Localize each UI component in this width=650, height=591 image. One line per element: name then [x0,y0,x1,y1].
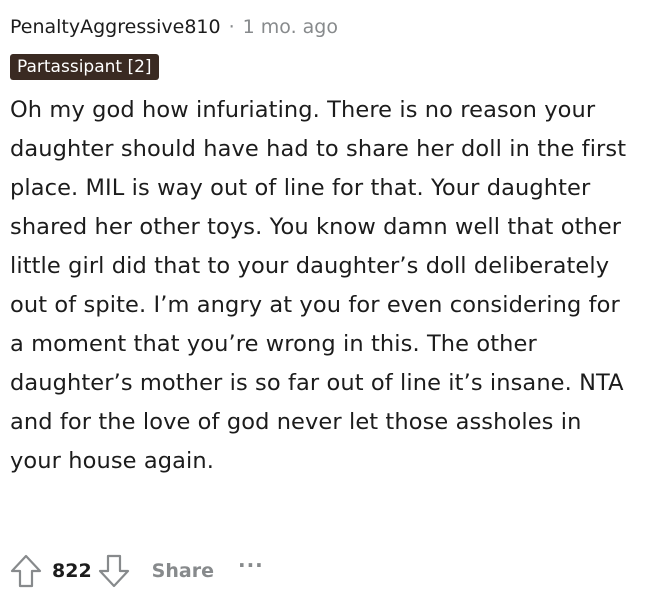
comment-age[interactable]: 1 mo. ago [243,16,338,38]
upvote-arrow-icon [10,554,42,588]
comment-actions: 822 Share ··· [8,551,264,591]
meta-separator: · [228,16,235,38]
comment: PenaltyAggressive810 · 1 mo. ago Partass… [10,12,640,481]
upvote-button[interactable] [8,553,44,589]
share-button[interactable]: Share [152,560,214,582]
comment-meta: PenaltyAggressive810 · 1 mo. ago [10,12,640,42]
downvote-arrow-icon [98,554,129,588]
comment-body: Oh my god how infuriating. There is no r… [10,97,627,474]
downvote-button[interactable] [96,553,132,589]
vote-score: 822 [52,560,92,582]
author-username[interactable]: PenaltyAggressive810 [10,16,221,38]
more-options-button[interactable]: ··· [238,553,264,577]
user-flair: Partassipant [2] [10,54,159,80]
